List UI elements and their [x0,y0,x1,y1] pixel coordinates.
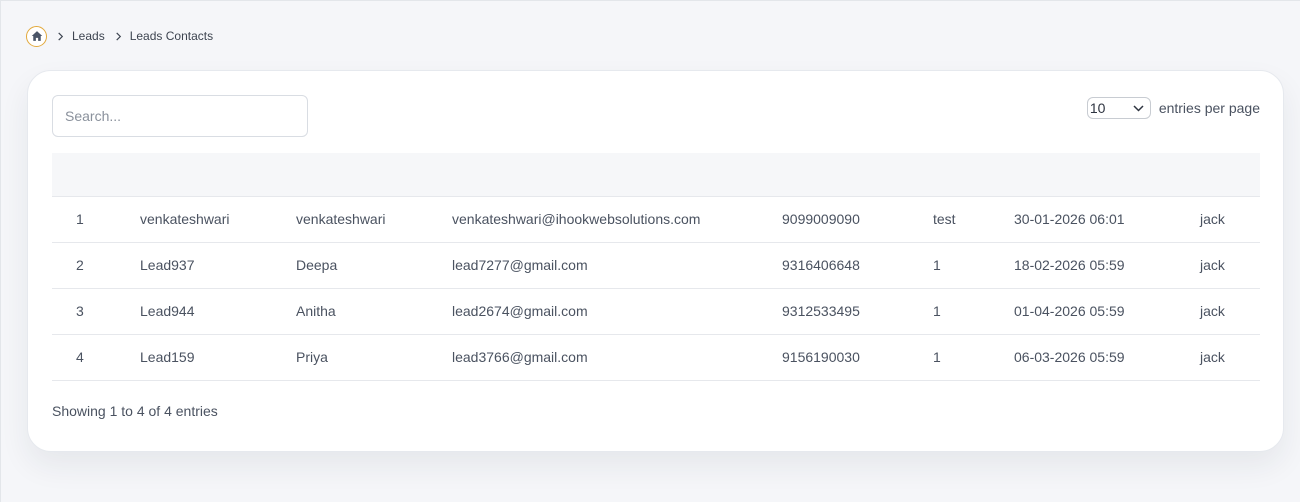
per-page-label: entries per page [1158,100,1260,116]
entries-per-page: 10 entries per page [1086,97,1260,119]
breadcrumb-item-leads-contacts: Leads Contacts [129,29,214,43]
cell-index: 2 [76,257,84,273]
cell-phone: 9312533495 [782,303,860,319]
table-row[interactable]: 2 Lead937 Deepa lead7277@gmail.com 93164… [52,242,1260,288]
column-header[interactable] [52,153,140,197]
cell-note: 1 [933,303,941,319]
cell-lead-name: Lead159 [140,349,195,365]
cell-date: 01-04-2026 05:59 [1014,303,1125,319]
breadcrumb-item-leads[interactable]: Leads [72,29,105,43]
leads-contacts-card: 10 entries per page 1 [27,70,1284,452]
cell-phone: 9316406648 [782,257,860,273]
column-header[interactable] [1014,153,1200,197]
page: Leads Leads Contacts 10 entries per page [0,0,1300,502]
cell-phone: 9156190030 [782,349,860,365]
home-icon[interactable] [26,25,47,47]
cell-contact-name: Anitha [296,303,336,319]
cell-phone: 9099009090 [782,211,860,227]
column-header[interactable] [782,153,933,197]
table-row[interactable]: 1 venkateshwari venkateshwari venkateshw… [52,196,1260,242]
search-input[interactable] [52,95,308,137]
column-header[interactable] [140,153,296,197]
cell-email: lead3766@gmail.com [452,349,588,365]
chevron-right-icon [115,31,122,41]
cell-date: 30-01-2026 06:01 [1014,211,1125,227]
cell-lead-name: venkateshwari [140,211,230,227]
column-header[interactable] [296,153,452,197]
cell-index: 4 [76,349,84,365]
table-row[interactable]: 3 Lead944 Anitha lead2674@gmail.com 9312… [52,288,1260,334]
cell-note: 1 [933,349,941,365]
cell-email: venkateshwari@ihookwebsolutions.com [452,211,701,227]
table-body: 1 venkateshwari venkateshwari venkateshw… [52,196,1260,380]
table-header-row [52,153,1260,197]
table-header [52,153,1260,197]
cell-contact-name: venkateshwari [296,211,386,227]
table-info: Showing 1 to 4 of 4 entries [52,403,218,419]
column-header[interactable] [933,153,1014,197]
column-header[interactable] [1200,153,1260,197]
leads-table: 1 venkateshwari venkateshwari venkateshw… [52,153,1260,381]
cell-owner: jack [1200,303,1225,319]
cell-owner: jack [1200,211,1225,227]
cell-index: 3 [76,303,84,319]
cell-email: lead2674@gmail.com [452,303,588,319]
per-page-select[interactable]: 10 [1086,97,1151,119]
chevron-down-icon [1133,104,1144,112]
column-header[interactable] [452,153,782,197]
cell-index: 1 [76,211,84,227]
breadcrumb: Leads Leads Contacts [26,25,213,47]
cell-lead-name: Lead937 [140,257,195,273]
cell-date: 18-02-2026 05:59 [1014,257,1125,273]
cell-note: 1 [933,257,941,273]
chevron-right-icon [57,31,64,41]
cell-email: lead7277@gmail.com [452,257,588,273]
cell-lead-name: Lead944 [140,303,195,319]
cell-contact-name: Deepa [296,257,338,273]
cell-note: test [933,211,956,227]
table-row[interactable]: 4 Lead159 Priya lead3766@gmail.com 91561… [52,334,1260,380]
cell-owner: jack [1200,349,1225,365]
cell-contact-name: Priya [296,349,328,365]
cell-date: 06-03-2026 05:59 [1014,349,1125,365]
cell-owner: jack [1200,257,1225,273]
per-page-value: 10 [1089,100,1106,116]
